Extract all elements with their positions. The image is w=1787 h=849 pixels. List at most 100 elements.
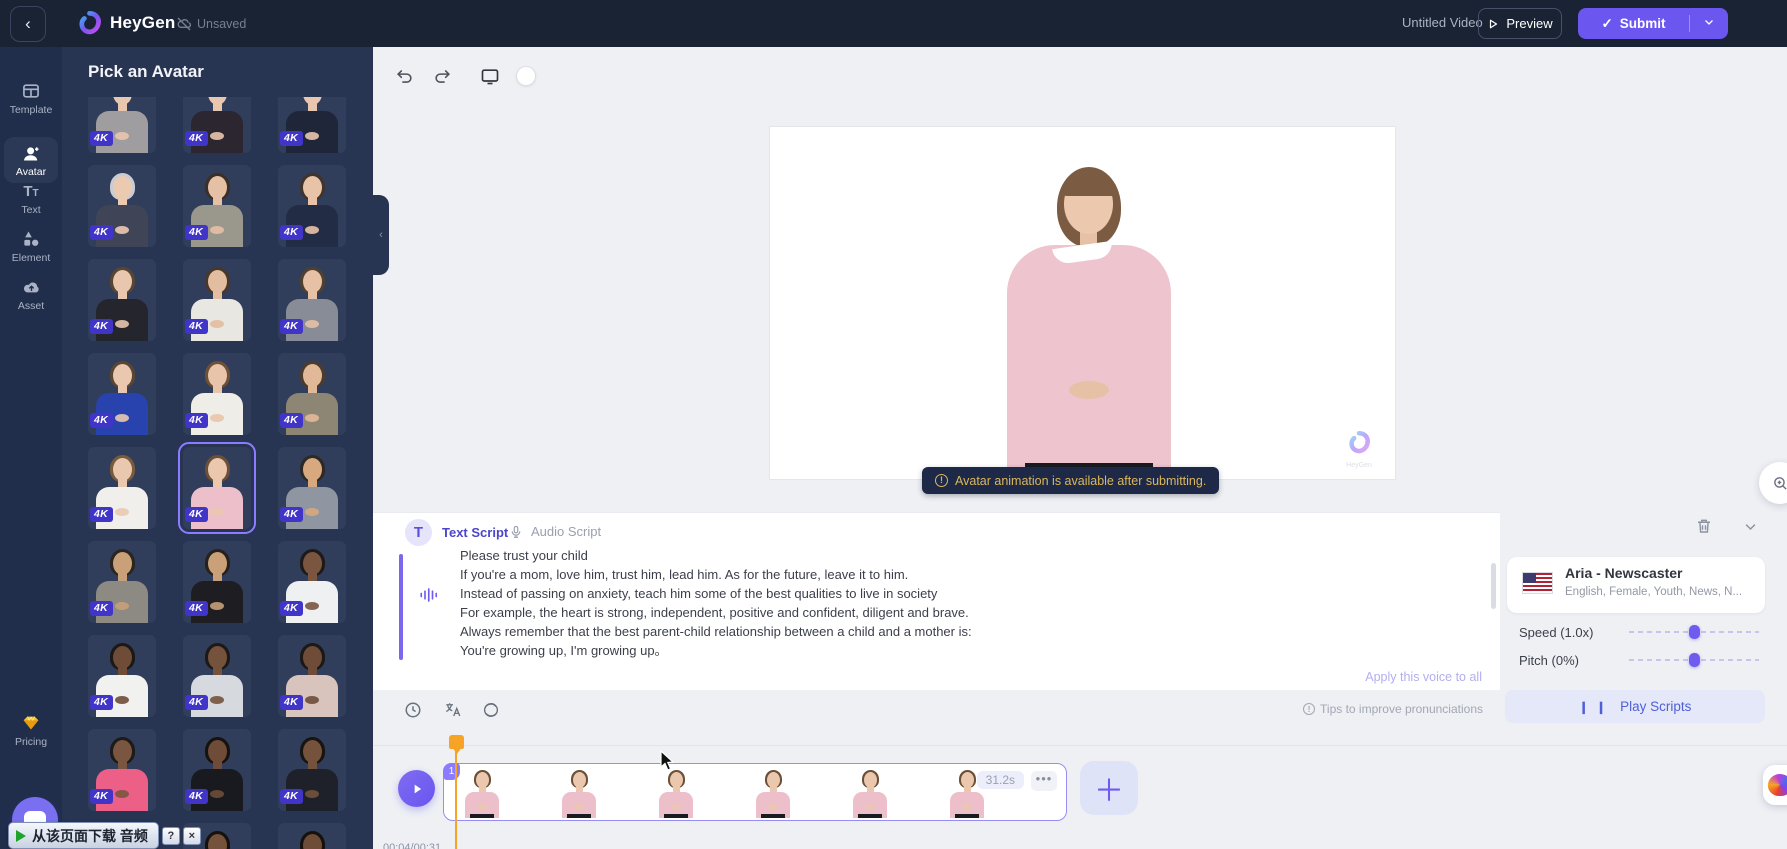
- timeline-clip[interactable]: 1: [443, 763, 1067, 821]
- apply-voice-link[interactable]: Apply this voice to all: [1365, 670, 1482, 684]
- sidebar-item-template[interactable]: Template: [4, 75, 58, 121]
- timeline-play-button[interactable]: [398, 770, 435, 807]
- preview-button[interactable]: Preview: [1478, 8, 1562, 39]
- tab-audio-script[interactable]: Audio Script: [509, 524, 601, 539]
- asset-upload-icon: [21, 277, 42, 298]
- browser-extension-icon[interactable]: [1763, 765, 1787, 805]
- avatar-picker-panel: Pick an Avatar 4K 4K 4K 4K 4K: [62, 47, 373, 849]
- video-canvas[interactable]: HeyGen: [770, 127, 1395, 479]
- avatar-thumbnail[interactable]: 4K: [88, 165, 156, 247]
- 4k-badge: 4K: [90, 789, 113, 804]
- avatar-thumbnail[interactable]: 4K: [183, 541, 251, 623]
- heygen-watermark: HeyGen: [1337, 430, 1381, 469]
- sidebar-item-element[interactable]: Element: [4, 223, 58, 269]
- collapse-script-button[interactable]: [1739, 519, 1761, 541]
- sidebar-item-asset[interactable]: Asset: [4, 271, 58, 317]
- avatar-thumbnail[interactable]: 4K: [278, 353, 346, 435]
- extension-help-button[interactable]: ?: [162, 827, 180, 845]
- submit-button[interactable]: ✓ Submit: [1578, 16, 1689, 32]
- redo-button[interactable]: [431, 65, 453, 87]
- extension-close-button[interactable]: ×: [183, 827, 201, 845]
- script-scrollbar[interactable]: [1491, 563, 1496, 609]
- submit-button-group: ✓ Submit: [1578, 8, 1728, 39]
- us-flag-icon: [1522, 572, 1553, 594]
- text-script-icon: T: [405, 519, 432, 546]
- sidebar-item-text[interactable]: TT Text: [4, 175, 58, 221]
- avatar-thumbnail[interactable]: 4K: [278, 635, 346, 717]
- pitch-slider-thumb[interactable]: [1689, 653, 1700, 667]
- avatar-thumbnail[interactable]: 4K: [278, 97, 346, 153]
- avatar-thumbnail[interactable]: 4K: [88, 729, 156, 811]
- avatar-thumbnail[interactable]: 4K: [88, 447, 156, 529]
- info-icon: !: [935, 474, 948, 487]
- clip-number-badge: 1: [443, 763, 460, 780]
- avatar-thumbnail[interactable]: 4K: [88, 541, 156, 623]
- clip-thumbnail: [848, 766, 892, 818]
- 4k-badge: 4K: [280, 601, 303, 616]
- left-nav-rail: Template Avatar TT Text Element Asset Pr…: [0, 47, 62, 849]
- 4k-badge: 4K: [90, 319, 113, 334]
- script-text[interactable]: Please trust your child If you're a mom,…: [460, 546, 1320, 660]
- canvas-toolbar: [393, 65, 535, 87]
- avatar-thumbnail[interactable]: 4K: [278, 259, 346, 341]
- avatar-thumbnail[interactable]: 4K: [183, 353, 251, 435]
- script-tools-row: ! Tips to improve pronunciations: [373, 690, 1500, 745]
- download-audio-button[interactable]: 从该页面下载 音频: [8, 822, 159, 849]
- avatar-thumbnail[interactable]: 4K: [183, 635, 251, 717]
- avatar-thumbnail-selected[interactable]: 4K: [183, 447, 251, 529]
- speed-label: Speed (1.0x): [1519, 625, 1593, 640]
- avatar-thumbnail[interactable]: 4K: [88, 635, 156, 717]
- avatar-thumbnail[interactable]: 4K: [278, 541, 346, 623]
- 4k-badge: 4K: [280, 131, 303, 146]
- avatar-thumbnail[interactable]: 4K: [278, 823, 346, 849]
- canvas-ratio-button[interactable]: [479, 65, 501, 87]
- add-scene-button[interactable]: ＋: [1080, 761, 1138, 815]
- pause-duration-button[interactable]: [403, 700, 423, 720]
- avatar-thumbnail[interactable]: 4K: [183, 165, 251, 247]
- voice-traits: English, Female, Youth, News, N...: [1565, 586, 1742, 598]
- 4k-badge: 4K: [185, 601, 208, 616]
- green-play-icon: [16, 830, 26, 842]
- gpt-enhance-button[interactable]: [481, 700, 501, 720]
- avatar-thumbnail[interactable]: 4K: [278, 447, 346, 529]
- speed-slider[interactable]: [1629, 625, 1759, 639]
- video-title[interactable]: Untitled Video: [1402, 15, 1483, 30]
- play-scripts-button[interactable]: ❙ ❙ Play Scripts: [1505, 690, 1765, 723]
- microphone-icon: [509, 525, 523, 539]
- avatar-thumbnail[interactable]: 4K: [278, 165, 346, 247]
- pause-icon: ❙ ❙: [1579, 700, 1608, 714]
- sidebar-item-pricing[interactable]: Pricing: [4, 707, 58, 753]
- waveform-icon[interactable]: [419, 587, 437, 603]
- avatar-thumbnail[interactable]: 4K: [88, 259, 156, 341]
- delete-scene-button[interactable]: [1695, 517, 1717, 539]
- brand-title: HeyGen: [110, 13, 175, 33]
- 4k-badge: 4K: [185, 507, 208, 522]
- 4k-badge: 4K: [280, 319, 303, 334]
- pitch-slider[interactable]: [1629, 653, 1759, 667]
- submit-dropdown-button[interactable]: [1690, 16, 1728, 31]
- avatar-thumbnail[interactable]: 4K: [183, 259, 251, 341]
- tab-text-script[interactable]: T Text Script: [405, 519, 508, 546]
- template-icon: [21, 81, 41, 101]
- avatar-thumbnail[interactable]: 4K: [88, 97, 156, 153]
- pronunciation-tips-link[interactable]: ! Tips to improve pronunciations: [1303, 702, 1483, 716]
- clip-menu-button[interactable]: •••: [1031, 771, 1057, 791]
- 4k-badge: 4K: [280, 695, 303, 710]
- 4k-badge: 4K: [280, 225, 303, 240]
- translate-button[interactable]: [443, 700, 463, 720]
- undo-button[interactable]: [393, 65, 415, 87]
- avatar-thumbnail[interactable]: 4K: [183, 729, 251, 811]
- avatar-thumbnail[interactable]: 4K: [88, 353, 156, 435]
- 4k-badge: 4K: [185, 789, 208, 804]
- avatar-thumbnail[interactable]: 4K: [278, 729, 346, 811]
- avatar-thumbnail[interactable]: 4K: [183, 97, 251, 153]
- back-button[interactable]: ‹: [10, 6, 46, 42]
- stage-avatar[interactable]: [979, 167, 1199, 479]
- speed-slider-thumb[interactable]: [1689, 625, 1700, 639]
- panel-collapse-button[interactable]: ‹: [373, 195, 389, 275]
- zoom-in-fab[interactable]: [1759, 462, 1787, 504]
- background-color-swatch[interactable]: [517, 67, 535, 85]
- voice-card[interactable]: Aria - Newscaster English, Female, Youth…: [1507, 557, 1765, 613]
- avatar-grid-viewport[interactable]: 4K 4K 4K 4K 4K 4K: [88, 97, 358, 849]
- 4k-badge: 4K: [185, 319, 208, 334]
